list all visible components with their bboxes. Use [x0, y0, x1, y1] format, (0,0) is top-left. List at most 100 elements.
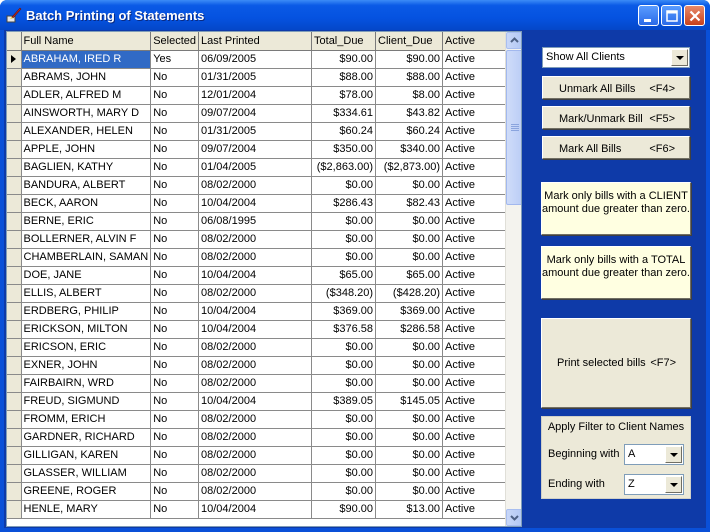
cell-total-due[interactable]: $60.24 [311, 122, 377, 141]
cell-total-due[interactable]: ($2,863.00) [311, 158, 377, 177]
cell-last-printed[interactable]: 09/07/2004 [198, 140, 313, 159]
cell-client-due[interactable]: ($428.20) [375, 284, 444, 303]
cell-total-due[interactable]: $88.00 [311, 68, 377, 87]
cell-full-name[interactable]: AINSWORTH, MARY D [21, 104, 152, 123]
cell-last-printed[interactable]: 10/04/2004 [198, 266, 313, 285]
cell-full-name[interactable]: APPLE, JOHN [21, 140, 152, 159]
cell-active[interactable]: Active [442, 338, 508, 357]
row-selector[interactable] [7, 104, 22, 123]
table-row[interactable]: GLASSER, WILLIAM No 08/02/2000 $0.00 $0.00 Ac… [7, 464, 508, 483]
table-row[interactable]: BERNE, ERIC No 06/08/1995 $0.00 $0.00 Active [7, 212, 508, 231]
table-row[interactable]: FREUD, SIGMUND No 10/04/2004 $389.05 $145.05… [7, 392, 508, 411]
cell-client-due[interactable]: $82.43 [375, 194, 444, 213]
cell-total-due[interactable]: $0.00 [311, 482, 377, 501]
cell-client-due[interactable]: $0.00 [375, 410, 444, 429]
table-row[interactable]: FAIRBAIRN, WRD No 08/02/2000 $0.00 $0.00 Acti… [7, 374, 508, 393]
cell-active[interactable]: Active [442, 464, 508, 483]
column-header-total-due[interactable]: Total_Due [311, 32, 377, 51]
cell-full-name[interactable]: DOE, JANE [21, 266, 152, 285]
row-selector[interactable] [7, 194, 22, 213]
cell-full-name[interactable]: ABRAMS, JOHN [21, 68, 152, 87]
cell-full-name[interactable]: BAGLIEN, KATHY [21, 158, 152, 177]
row-selector[interactable] [7, 158, 22, 177]
cell-full-name[interactable]: BANDURA, ALBERT [21, 176, 152, 195]
cell-full-name[interactable]: ERICSON, ERIC [21, 338, 152, 357]
cell-full-name[interactable]: ERICKSON, MILTON [21, 320, 152, 339]
row-selector[interactable] [7, 68, 22, 87]
cell-active[interactable]: Active [442, 176, 508, 195]
unmark-all-bills-button[interactable]: Unmark All Bills <F4> [542, 76, 690, 99]
cell-full-name[interactable]: ALEXANDER, HELEN [21, 122, 152, 141]
cell-last-printed[interactable]: 01/31/2005 [198, 122, 313, 141]
cell-selected[interactable]: No [150, 302, 200, 321]
row-selector[interactable] [7, 446, 22, 465]
cell-active[interactable]: Active [442, 482, 508, 501]
cell-selected[interactable]: No [150, 230, 200, 249]
scroll-thumb[interactable] [506, 50, 521, 205]
cell-client-due[interactable]: $145.05 [375, 392, 444, 411]
cell-selected[interactable]: No [150, 176, 200, 195]
table-row[interactable]: GARDNER, RICHARD No 08/02/2000 $0.00 $0.00 Ac… [7, 428, 508, 447]
cell-active[interactable]: Active [442, 86, 508, 105]
mark-unmark-bill-button[interactable]: Mark/Unmark Bill <F5> [542, 106, 690, 129]
row-selector[interactable] [7, 284, 22, 303]
cell-last-printed[interactable]: 08/02/2000 [198, 374, 313, 393]
cell-last-printed[interactable]: 08/02/2000 [198, 176, 313, 195]
cell-full-name[interactable]: ELLIS, ALBERT [21, 284, 152, 303]
table-row[interactable]: ERICKSON, MILTON No 10/04/2004 $376.58 $286.… [7, 320, 508, 339]
ending-with-dropdown[interactable]: Z [624, 474, 684, 495]
cell-client-due[interactable]: $0.00 [375, 464, 444, 483]
cell-active[interactable]: Active [442, 392, 508, 411]
cell-full-name[interactable]: BERNE, ERIC [21, 212, 152, 231]
cell-total-due[interactable]: $376.58 [311, 320, 377, 339]
print-selected-bills-button[interactable]: Print selected bills <F7> [541, 318, 691, 408]
cell-last-printed[interactable]: 01/31/2005 [198, 68, 313, 87]
cell-selected[interactable]: No [150, 284, 200, 303]
cell-selected[interactable]: No [150, 500, 200, 519]
cell-client-due[interactable]: $0.00 [375, 446, 444, 465]
cell-client-due[interactable]: $90.00 [375, 50, 444, 69]
cell-last-printed[interactable]: 10/04/2004 [198, 500, 313, 519]
row-selector[interactable] [7, 464, 22, 483]
cell-last-printed[interactable]: 08/02/2000 [198, 284, 313, 303]
cell-selected[interactable]: No [150, 428, 200, 447]
table-row[interactable]: CHAMBERLAIN, SAMAN No 08/02/2000 $0.00 $0.00… [7, 248, 508, 267]
table-row[interactable]: ERICSON, ERIC No 08/02/2000 $0.00 $0.00 Activ… [7, 338, 508, 357]
dropdown-button[interactable] [671, 49, 688, 66]
column-header-client-due[interactable]: Client_Due [375, 32, 444, 51]
cell-active[interactable]: Active [442, 122, 508, 141]
cell-last-printed[interactable]: 06/08/1995 [198, 212, 313, 231]
cell-full-name[interactable]: BOLLERNER, ALVIN F [21, 230, 152, 249]
cell-last-printed[interactable]: 12/01/2004 [198, 86, 313, 105]
cell-active[interactable]: Active [442, 140, 508, 159]
cell-active[interactable]: Active [442, 446, 508, 465]
dropdown-button[interactable] [665, 476, 682, 493]
table-row[interactable]: GILLIGAN, KAREN No 08/02/2000 $0.00 $0.00 Act… [7, 446, 508, 465]
cell-selected[interactable]: No [150, 482, 200, 501]
cell-total-due[interactable]: $334.61 [311, 104, 377, 123]
client-filter-dropdown[interactable]: Show All Clients [542, 47, 690, 68]
cell-full-name[interactable]: GREENE, ROGER [21, 482, 152, 501]
cell-last-printed[interactable]: 10/04/2004 [198, 194, 313, 213]
cell-total-due[interactable]: $389.05 [311, 392, 377, 411]
cell-full-name[interactable]: ADLER, ALFRED M [21, 86, 152, 105]
row-selector[interactable] [7, 212, 22, 231]
cell-total-due[interactable]: $90.00 [311, 50, 377, 69]
scroll-up-button[interactable] [506, 32, 521, 49]
cell-active[interactable]: Active [442, 230, 508, 249]
cell-total-due[interactable]: $0.00 [311, 230, 377, 249]
cell-selected[interactable]: No [150, 446, 200, 465]
cell-selected[interactable]: No [150, 212, 200, 231]
cell-full-name[interactable]: HENLE, MARY [21, 500, 152, 519]
title-bar[interactable]: Batch Printing of Statements [0, 0, 710, 30]
maximize-button[interactable] [661, 5, 682, 26]
row-selector[interactable] [7, 392, 22, 411]
cell-selected[interactable]: No [150, 392, 200, 411]
cell-last-printed[interactable]: 10/04/2004 [198, 392, 313, 411]
cell-active[interactable]: Active [442, 212, 508, 231]
cell-last-printed[interactable]: 09/07/2004 [198, 104, 313, 123]
cell-active[interactable]: Active [442, 248, 508, 267]
row-selector[interactable] [7, 266, 22, 285]
table-row[interactable]: EXNER, JOHN No 08/02/2000 $0.00 $0.00 Active [7, 356, 508, 375]
cell-client-due[interactable]: $60.24 [375, 122, 444, 141]
